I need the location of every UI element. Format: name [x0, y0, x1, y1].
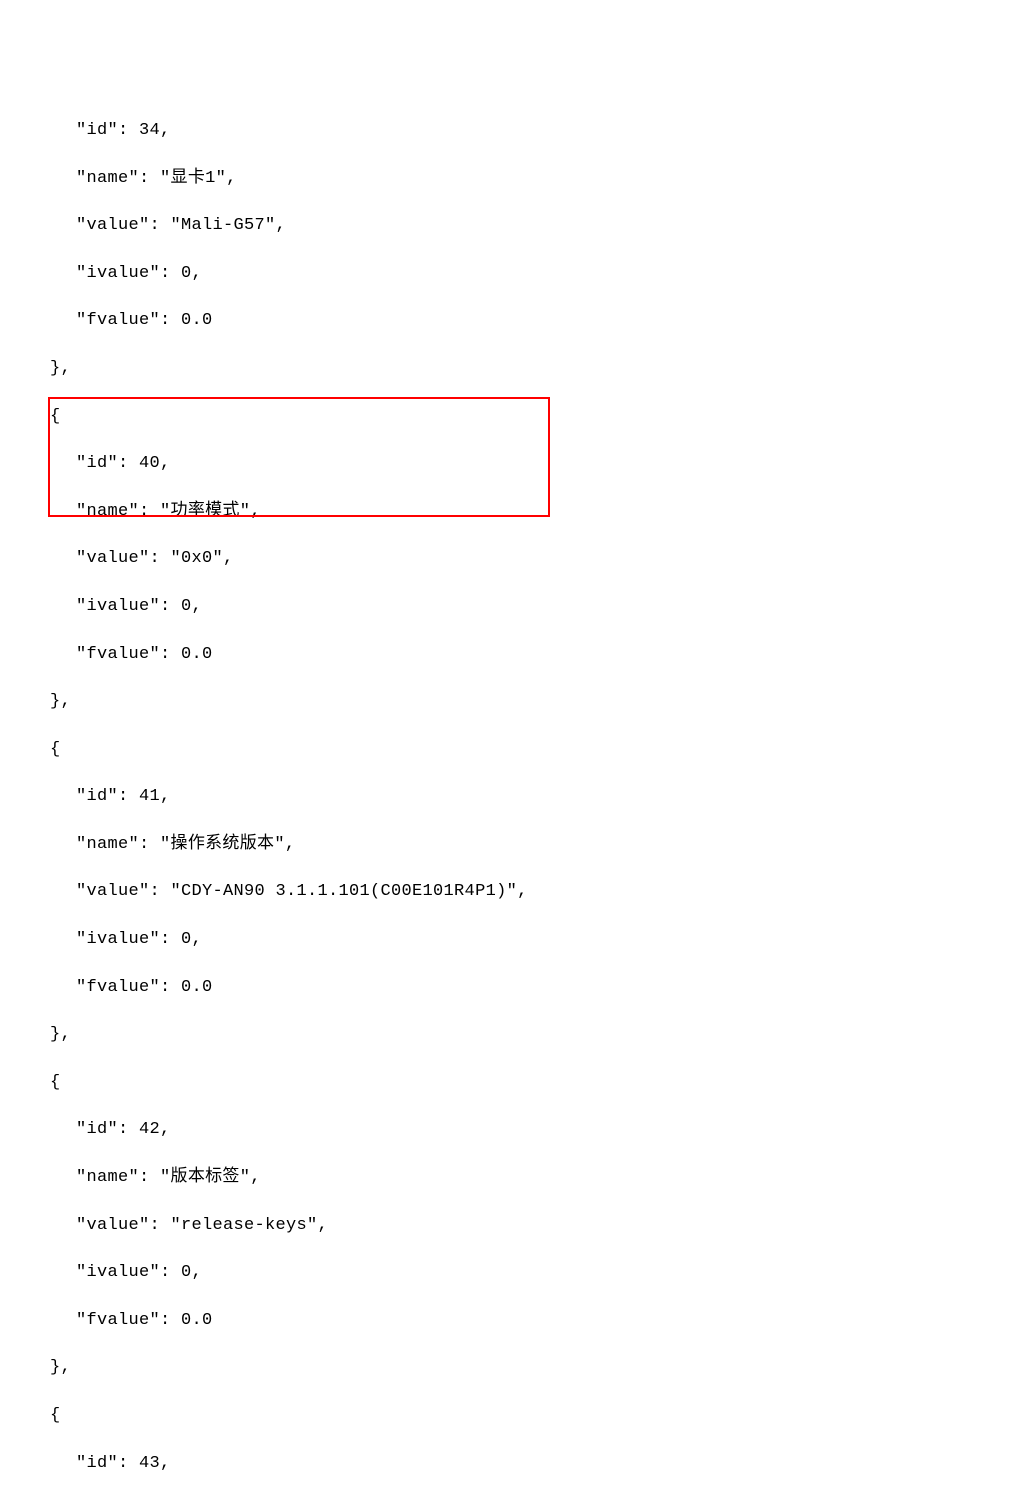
json-prop-name: "name": "功率模式", [0, 500, 1024, 524]
json-prop-id: "id": 40, [0, 452, 1024, 476]
json-prop-ivalue: "ivalue": 0, [0, 928, 1024, 952]
json-prop-value: "value": "CDY-AN90 3.1.1.101(C00E101R4P1… [0, 880, 1024, 904]
json-prop-fvalue: "fvalue": 0.0 [0, 643, 1024, 667]
json-code-block: "id": 34, "name": "显卡1", "value": "Mali-… [0, 95, 1024, 1492]
json-prop-ivalue: "ivalue": 0, [0, 262, 1024, 286]
json-prop-fvalue: "fvalue": 0.0 [0, 1309, 1024, 1333]
json-prop-name: "name": "显卡1", [0, 167, 1024, 191]
json-prop-id: "id": 42, [0, 1118, 1024, 1142]
json-prop-name: "name": "操作系统版本", [0, 833, 1024, 857]
json-prop-name: "name": "版本标签", [0, 1166, 1024, 1190]
json-object-open: { [0, 738, 1024, 762]
json-prop-id: "id": 41, [0, 785, 1024, 809]
json-prop-ivalue: "ivalue": 0, [0, 1261, 1024, 1285]
json-prop-ivalue: "ivalue": 0, [0, 595, 1024, 619]
json-object-open: { [0, 405, 1024, 429]
json-prop-fvalue: "fvalue": 0.0 [0, 309, 1024, 333]
json-prop-value: "value": "0x0", [0, 547, 1024, 571]
json-prop-id: "id": 43, [0, 1452, 1024, 1476]
json-object-close: }, [0, 357, 1024, 381]
json-object-close: }, [0, 1023, 1024, 1047]
json-object-open: { [0, 1071, 1024, 1095]
json-object-open: { [0, 1404, 1024, 1428]
json-object-close: }, [0, 1356, 1024, 1380]
json-prop-value: "value": "release-keys", [0, 1214, 1024, 1238]
json-prop-fvalue: "fvalue": 0.0 [0, 976, 1024, 1000]
json-object-close: }, [0, 690, 1024, 714]
json-prop-value: "value": "Mali-G57", [0, 214, 1024, 238]
json-prop-id: "id": 34, [0, 119, 1024, 143]
